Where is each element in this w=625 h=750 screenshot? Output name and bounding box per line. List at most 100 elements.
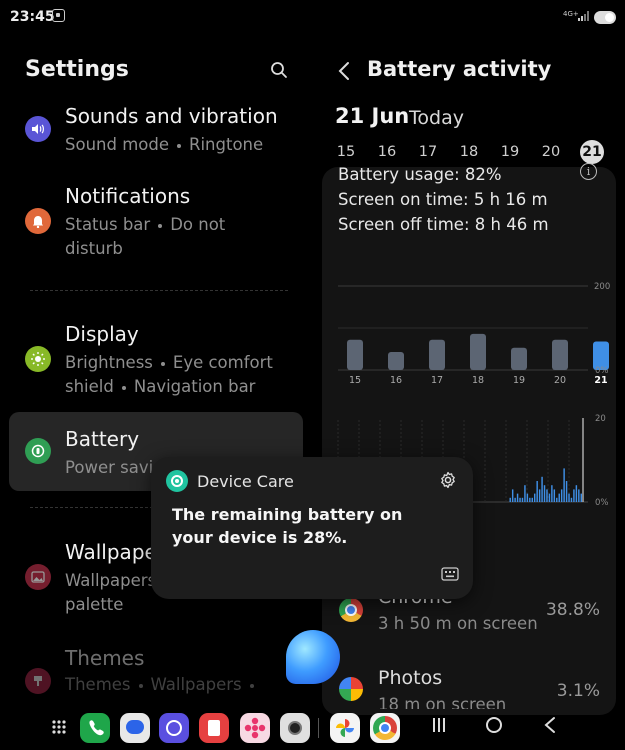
settings-item-subtitle-cont: shield Navigation bar [65, 377, 256, 396]
day-selector-17[interactable]: 17 [417, 144, 439, 160]
hourly-bar [536, 481, 538, 502]
app-screen-time: 3 h 50 m on screen [378, 614, 538, 633]
hourly-bar [519, 497, 521, 502]
settings-item-subtitle: Themes Wallpapers [65, 673, 262, 697]
photos-app-icon[interactable] [330, 713, 360, 743]
x-tick-label: 19 [513, 375, 525, 386]
hourly-bar [548, 493, 551, 502]
settings-item-subtitle: Brightness Eye comfort [65, 353, 273, 372]
y-tick-min: 0% [595, 498, 609, 508]
notification-app-name: Device Care [197, 472, 294, 491]
device-care-icon [166, 470, 188, 492]
info-icon[interactable]: i [580, 163, 597, 180]
home-nav-button[interactable] [485, 716, 503, 734]
hourly-bar [521, 497, 524, 502]
notification-message: The remaining battery on your device is … [172, 505, 403, 547]
screen-off-time: Screen off time: 8 h 46 m [338, 215, 549, 234]
day-selector-15[interactable]: 15 [335, 144, 357, 160]
y-tick-min: 0% [595, 366, 609, 376]
chrome-icon [339, 598, 363, 622]
day-selector-21[interactable]: 21 [580, 140, 604, 164]
hourly-bar [526, 493, 529, 502]
settings-item-title: Wallpape [65, 540, 157, 564]
hourly-bar [524, 485, 526, 502]
hourly-bar [565, 481, 568, 502]
network-type: 4G+ [563, 10, 579, 18]
internet-app-icon[interactable] [159, 713, 189, 743]
hourly-bar [541, 476, 543, 502]
battery-activity-title: Battery activity [367, 57, 552, 81]
day-selector-19[interactable]: 19 [499, 144, 521, 160]
daily-bar-15[interactable] [347, 339, 363, 370]
x-tick-label: 16 [390, 375, 402, 386]
notes-app-icon[interactable] [199, 713, 229, 743]
screen-on-time: Screen on time: 5 h 16 m [338, 190, 548, 209]
y-tick-max: 20 [595, 414, 606, 424]
hourly-bar [578, 489, 580, 502]
search-icon[interactable] [270, 61, 288, 79]
hourly-bar [573, 489, 575, 502]
gear-icon[interactable] [439, 471, 457, 489]
back-icon[interactable] [338, 61, 350, 81]
daily-bar-17[interactable] [429, 339, 445, 370]
hourly-bar [580, 493, 582, 502]
settings-item-subtitle: Status bar Do not [65, 215, 226, 234]
hourly-bar [546, 489, 548, 502]
x-tick-label: 18 [472, 375, 484, 386]
x-tick-label: 17 [431, 375, 443, 386]
phone-app-icon[interactable] [80, 713, 110, 743]
messages-app-icon[interactable] [120, 713, 150, 743]
back-nav-button[interactable] [543, 716, 557, 734]
day-selector-18[interactable]: 18 [458, 144, 480, 160]
hourly-bar [516, 493, 519, 502]
screenshot-icon [52, 9, 65, 22]
hourly-bar [575, 485, 578, 502]
daily-bar-20[interactable] [552, 339, 568, 370]
day-selector-16[interactable]: 16 [376, 144, 398, 160]
image-icon [25, 564, 51, 590]
settings-item-title: Notifications [65, 184, 191, 208]
chrome-app-icon[interactable] [370, 713, 400, 743]
hourly-bar [551, 485, 553, 502]
settings-item-title: Display [65, 322, 139, 346]
daily-bar-16[interactable] [388, 351, 404, 370]
gallery-app-icon[interactable] [240, 713, 270, 743]
x-tick-label: 20 [554, 375, 566, 386]
status-time: 23:45 [10, 9, 55, 25]
settings-item-subtitle: Power savi [65, 458, 154, 477]
daily-bar-18[interactable] [470, 333, 486, 370]
day-selector-20[interactable]: 20 [540, 144, 562, 160]
hourly-bar [556, 497, 558, 502]
hourly-bar [531, 497, 533, 502]
assistant-bubble-icon[interactable] [286, 630, 340, 684]
battery-status-icon [594, 11, 616, 24]
photos-icon [339, 677, 363, 701]
settings-item-subtitle: Sound mode Ringtone [65, 135, 264, 154]
hourly-bar [558, 493, 560, 502]
sun-icon [25, 346, 51, 372]
speaker-icon [25, 116, 51, 142]
settings-item-title: Sounds and vibration [65, 104, 278, 128]
y-tick-max: 200 [594, 282, 610, 292]
daily-bar-19[interactable] [511, 347, 527, 370]
hourly-bar [563, 468, 565, 502]
hourly-bar [511, 489, 514, 502]
hourly-bar [538, 489, 541, 502]
hourly-bar [553, 489, 556, 502]
hourly-bar [534, 493, 536, 502]
x-tick-label: 15 [349, 375, 361, 386]
app-drawer-icon[interactable] [51, 719, 67, 735]
bell-icon [25, 208, 51, 234]
app-name: Photos [378, 667, 443, 689]
app-usage-percent: 38.8% [545, 600, 600, 620]
camera-app-icon[interactable] [280, 713, 310, 743]
selected-date: 21 Jun [335, 104, 410, 128]
settings-title: Settings [25, 57, 129, 82]
hourly-bar [529, 497, 531, 502]
keyboard-icon[interactable] [441, 567, 459, 581]
settings-item-themes[interactable]: Themes Themes Wallpapers [0, 642, 310, 702]
signal-icon [578, 11, 589, 21]
battery-usage-text: Battery usage: 82% [338, 165, 502, 184]
recents-nav-button[interactable] [431, 716, 447, 734]
hourly-bar [509, 497, 511, 502]
